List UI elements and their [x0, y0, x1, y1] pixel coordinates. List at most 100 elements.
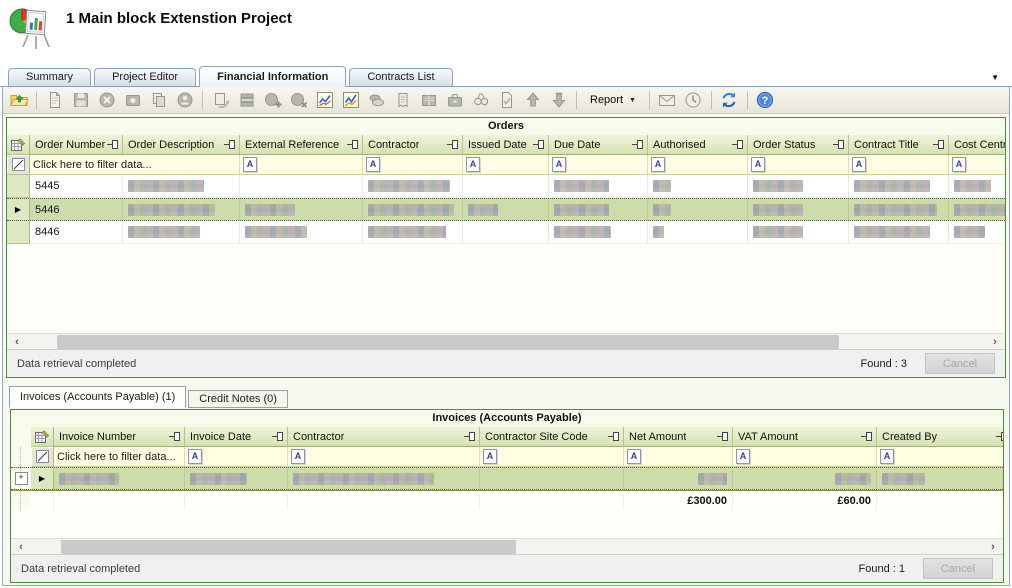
filter-cell-contractor-site-code[interactable]: A: [480, 447, 624, 467]
filter-type-icon[interactable]: A: [651, 157, 665, 172]
tab-summary[interactable]: Summary: [8, 68, 91, 86]
column-header-order-status[interactable]: Order Status: [748, 135, 849, 155]
column-pin-icon[interactable]: [447, 140, 459, 149]
move-down-icon[interactable]: [546, 89, 571, 112]
filter-cell-net-amount[interactable]: A: [624, 447, 733, 467]
tab-credit-notes[interactable]: Credit Notes (0): [188, 390, 288, 408]
filter-cell-invoice-date[interactable]: A: [185, 447, 288, 467]
filter-type-icon[interactable]: A: [751, 157, 765, 172]
column-pin-icon[interactable]: [732, 140, 744, 149]
filter-type-icon[interactable]: A: [852, 157, 866, 172]
contract-case-icon[interactable]: [442, 89, 467, 112]
filter-cell-due-date[interactable]: A: [549, 155, 648, 175]
scroll-right-icon[interactable]: ›: [987, 540, 999, 554]
column-header-contractor-site-code[interactable]: Contractor Site Code: [480, 427, 624, 447]
filter-row-button[interactable]: [7, 155, 30, 175]
audit-order-icon[interactable]: [494, 89, 519, 112]
table-row[interactable]: ▶5446: [7, 198, 1005, 221]
column-pin-icon[interactable]: [632, 140, 644, 149]
filter-cell-issued-date[interactable]: A: [463, 155, 549, 175]
filter-type-icon[interactable]: A: [952, 157, 966, 172]
column-header-invoice-number[interactable]: Invoice Number: [54, 427, 185, 447]
column-header-issued-date[interactable]: Issued Date: [463, 135, 549, 155]
filter-cell-vat-amount[interactable]: A: [733, 447, 877, 467]
expand-row-button[interactable]: +: [15, 472, 28, 485]
filter-cell-contractor[interactable]: A: [288, 447, 480, 467]
column-header-created-by[interactable]: Created By: [877, 427, 1003, 447]
help-icon[interactable]: ?: [753, 89, 778, 112]
filter-cell-order-status[interactable]: A: [748, 155, 849, 175]
send-email-icon[interactable]: [655, 89, 680, 112]
column-pin-icon[interactable]: [224, 140, 236, 149]
refresh-icon[interactable]: [717, 89, 742, 112]
column-header-contractor[interactable]: Contractor: [288, 427, 480, 447]
filter-cell-authorised[interactable]: A: [648, 155, 748, 175]
column-header-order-description[interactable]: Order Description: [123, 135, 240, 155]
scroll-right-icon[interactable]: ›: [989, 335, 1001, 349]
cancel-button[interactable]: Cancel: [923, 558, 993, 579]
column-header-net-amount[interactable]: Net Amount: [624, 427, 733, 447]
column-header-due-date[interactable]: Due Date: [549, 135, 648, 155]
view-record-icon[interactable]: [120, 89, 145, 112]
scroll-thumb[interactable]: [57, 335, 839, 349]
copy-rows-icon[interactable]: [234, 89, 259, 112]
filter-type-icon[interactable]: A: [552, 157, 566, 172]
column-pin-icon[interactable]: [533, 140, 545, 149]
move-up-icon[interactable]: [520, 89, 545, 112]
column-pin-icon[interactable]: [347, 140, 359, 149]
filter-cell-contractor[interactable]: A: [363, 155, 463, 175]
tab-project-editor[interactable]: Project Editor: [94, 68, 196, 86]
table-row[interactable]: 8446: [7, 221, 1005, 244]
filter-type-icon[interactable]: A: [243, 157, 257, 172]
copy-record-icon[interactable]: [146, 89, 171, 112]
order-graph-icon[interactable]: [312, 89, 337, 112]
table-row[interactable]: +▶: [11, 467, 1003, 490]
filter-cell-cost-centre[interactable]: A: [949, 155, 1005, 175]
column-header-order-number[interactable]: Order Number: [30, 135, 123, 155]
column-pin-icon[interactable]: [464, 432, 476, 441]
receipts-icon[interactable]: [390, 89, 415, 112]
cash-book-icon[interactable]: [416, 89, 441, 112]
column-pin-icon[interactable]: [833, 140, 845, 149]
save-record-icon[interactable]: [68, 89, 93, 112]
filter-type-icon[interactable]: A: [366, 157, 380, 172]
column-pin-icon[interactable]: [933, 140, 945, 149]
payments-icon[interactable]: [364, 89, 389, 112]
find-order-icon[interactable]: [468, 89, 493, 112]
refresh-record-icon[interactable]: [208, 89, 233, 112]
select-all-button[interactable]: [31, 427, 54, 447]
tab-contracts-list[interactable]: Contracts List: [349, 68, 452, 86]
cancel-button[interactable]: Cancel: [925, 353, 995, 374]
scroll-thumb[interactable]: [61, 540, 516, 554]
row-selector[interactable]: [7, 175, 30, 198]
row-selector[interactable]: ▶: [7, 199, 30, 220]
filter-type-icon[interactable]: A: [736, 449, 750, 464]
row-selector[interactable]: ▶: [31, 468, 54, 489]
column-pin-icon[interactable]: [861, 432, 873, 441]
filter-cell-created-by[interactable]: A: [877, 447, 1003, 467]
tab-invoices-accounts-payable[interactable]: Invoices (Accounts Payable) (1): [9, 386, 186, 408]
tab-overflow-dropdown-icon[interactable]: ▼: [991, 70, 999, 86]
new-record-icon[interactable]: [42, 89, 67, 112]
filter-type-icon[interactable]: A: [483, 449, 497, 464]
column-pin-icon[interactable]: [717, 432, 729, 441]
filter-cell-contract-title[interactable]: A: [849, 155, 949, 175]
filter-type-icon[interactable]: A: [466, 157, 480, 172]
select-all-button[interactable]: [7, 135, 30, 155]
column-header-external-reference[interactable]: External Reference: [240, 135, 363, 155]
invoices-hscrollbar[interactable]: ‹›: [11, 538, 1003, 554]
column-header-authorised[interactable]: Authorised: [648, 135, 748, 155]
column-pin-icon[interactable]: [996, 432, 1003, 441]
tab-financial-information[interactable]: Financial Information: [199, 66, 346, 87]
column-header-vat-amount[interactable]: VAT Amount: [733, 427, 877, 447]
add-item-icon[interactable]: [260, 89, 285, 112]
open-project-icon[interactable]: [6, 89, 31, 112]
filter-prompt-cell[interactable]: Click here to filter data...: [54, 447, 185, 467]
column-pin-icon[interactable]: [107, 140, 119, 149]
scroll-left-icon[interactable]: ‹: [11, 335, 23, 349]
filter-type-icon[interactable]: A: [291, 449, 305, 464]
filter-cell-external-reference[interactable]: A: [240, 155, 363, 175]
order-graph-alt-icon[interactable]: [338, 89, 363, 112]
column-pin-icon[interactable]: [169, 432, 181, 441]
column-header-contractor[interactable]: Contractor: [363, 135, 463, 155]
